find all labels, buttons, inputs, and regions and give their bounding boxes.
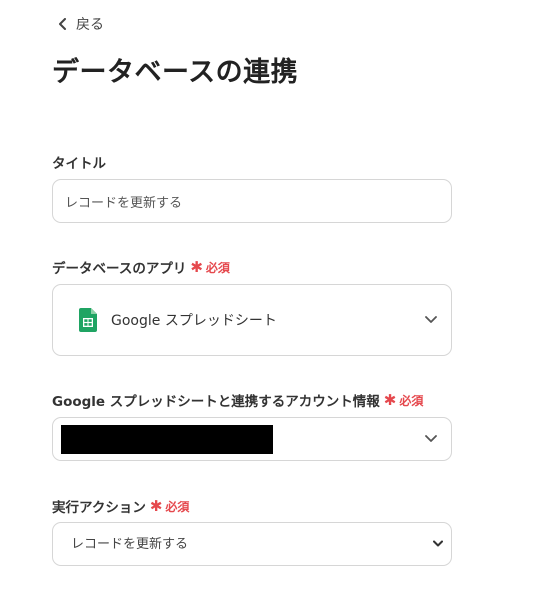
- database-app-label: データベースのアプリ ✱ 必須: [52, 257, 230, 277]
- required-badge: ✱ 必須: [190, 259, 230, 276]
- back-link[interactable]: 戻る: [58, 14, 104, 34]
- required-text: 必須: [205, 260, 230, 275]
- required-text: 必須: [399, 393, 424, 408]
- database-app-select[interactable]: Google スプレッドシート: [52, 284, 452, 356]
- required-text: 必須: [165, 499, 190, 514]
- google-sheets-icon: [79, 308, 97, 332]
- action-label-text: 実行アクション: [52, 500, 146, 516]
- action-select[interactable]: レコードを更新する: [52, 522, 452, 566]
- action-label: 実行アクション ✱ 必須: [52, 496, 189, 516]
- title-field-label: タイトル: [52, 152, 106, 172]
- title-field[interactable]: [52, 179, 452, 223]
- required-badge: ✱ 必須: [150, 498, 190, 515]
- account-label: Google スプレッドシートと連携するアカウント情報 ✱ 必須: [52, 390, 423, 410]
- chevron-down-icon: [425, 435, 437, 442]
- account-label-text: Google スプレッドシートと連携するアカウント情報: [52, 394, 380, 410]
- chevron-down-icon: [433, 540, 443, 547]
- back-label: 戻る: [76, 17, 104, 33]
- title-input[interactable]: [53, 180, 451, 222]
- asterisk-icon: ✱: [383, 390, 397, 409]
- account-select[interactable]: [52, 417, 452, 461]
- redacted-account: [61, 425, 273, 454]
- page-title: データベースの連携: [52, 57, 299, 88]
- asterisk-icon: ✱: [149, 496, 163, 515]
- title-label-text: タイトル: [52, 156, 106, 172]
- chevron-left-icon: [59, 18, 66, 30]
- database-app-value: Google スプレッドシート: [111, 313, 277, 329]
- database-app-selected: Google スプレッドシート: [79, 285, 277, 355]
- required-badge: ✱ 必須: [384, 392, 424, 409]
- action-dropdown[interactable]: レコードを更新する: [53, 523, 451, 565]
- database-app-label-text: データベースのアプリ: [52, 261, 187, 277]
- chevron-down-icon: [425, 316, 437, 323]
- asterisk-icon: ✱: [190, 257, 203, 276]
